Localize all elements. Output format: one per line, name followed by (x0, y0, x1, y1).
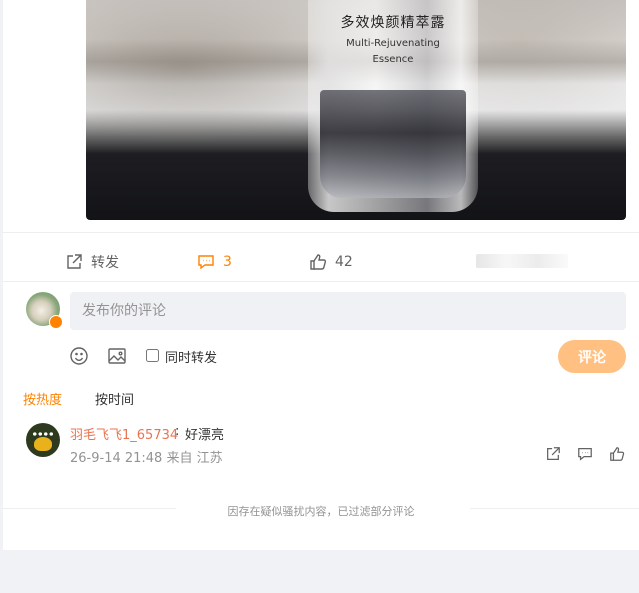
thumbs-up-icon (310, 254, 327, 270)
comment-colon: : (175, 424, 180, 439)
filter-notice: 因存在疑似骚扰内容，已过滤部分评论 (227, 505, 415, 518)
bottle-subtitle-line2: Essence (372, 54, 414, 65)
comment-reply-icon[interactable] (577, 446, 593, 462)
avatar-flower (34, 437, 52, 451)
divider (3, 232, 639, 233)
post-card: 多效焕颜精萃露 Multi-Rejuvenating Essence 转发 3 … (3, 0, 639, 550)
repost-label: 转发 (91, 255, 119, 271)
sort-by-time-tab[interactable]: 按时间 (95, 389, 134, 408)
comment-icon (198, 255, 214, 270)
repost-checkbox-label[interactable]: 同时转发 (165, 347, 217, 366)
bottle-subtitle-line1: Multi-Rejuvenating (346, 38, 440, 49)
obscured-content (476, 254, 568, 268)
like-count: 42 (335, 254, 353, 270)
repost-checkbox[interactable] (146, 349, 159, 362)
comment-input[interactable] (70, 292, 626, 330)
repost-button[interactable]: 转发 (65, 252, 119, 272)
emoji-icon[interactable] (69, 346, 89, 366)
bottle-subtitle: Multi-Rejuvenating Essence (308, 36, 478, 68)
comment-username[interactable]: 羽毛飞飞1_65734 (70, 424, 178, 443)
repost-icon (67, 254, 82, 269)
sort-by-hot-tab[interactable]: 按热度 (23, 389, 62, 408)
product-bottle: 多效焕颜精萃露 Multi-Rejuvenating Essence (308, 0, 478, 212)
comment-button[interactable]: 3 (197, 252, 232, 272)
like-button[interactable]: 42 (309, 252, 353, 272)
comment-repost-icon[interactable] (545, 446, 561, 462)
comment-meta: 26-9-14 21:48 来自 江苏 (70, 451, 223, 466)
bottle-liquid (320, 90, 466, 198)
post-image[interactable]: 多效焕颜精萃露 Multi-Rejuvenating Essence (86, 0, 626, 220)
bottle-title: 多效焕颜精萃露 (340, 15, 446, 31)
comment-text: 好漂亮 (185, 428, 225, 443)
divider (3, 281, 639, 282)
comment-avatar[interactable] (26, 423, 60, 457)
submit-comment-button[interactable]: 评论 (558, 340, 626, 373)
verified-badge-icon (49, 315, 63, 329)
comment-count: 3 (223, 254, 232, 270)
image-icon[interactable] (107, 346, 127, 366)
comment-like-icon[interactable] (609, 446, 625, 462)
